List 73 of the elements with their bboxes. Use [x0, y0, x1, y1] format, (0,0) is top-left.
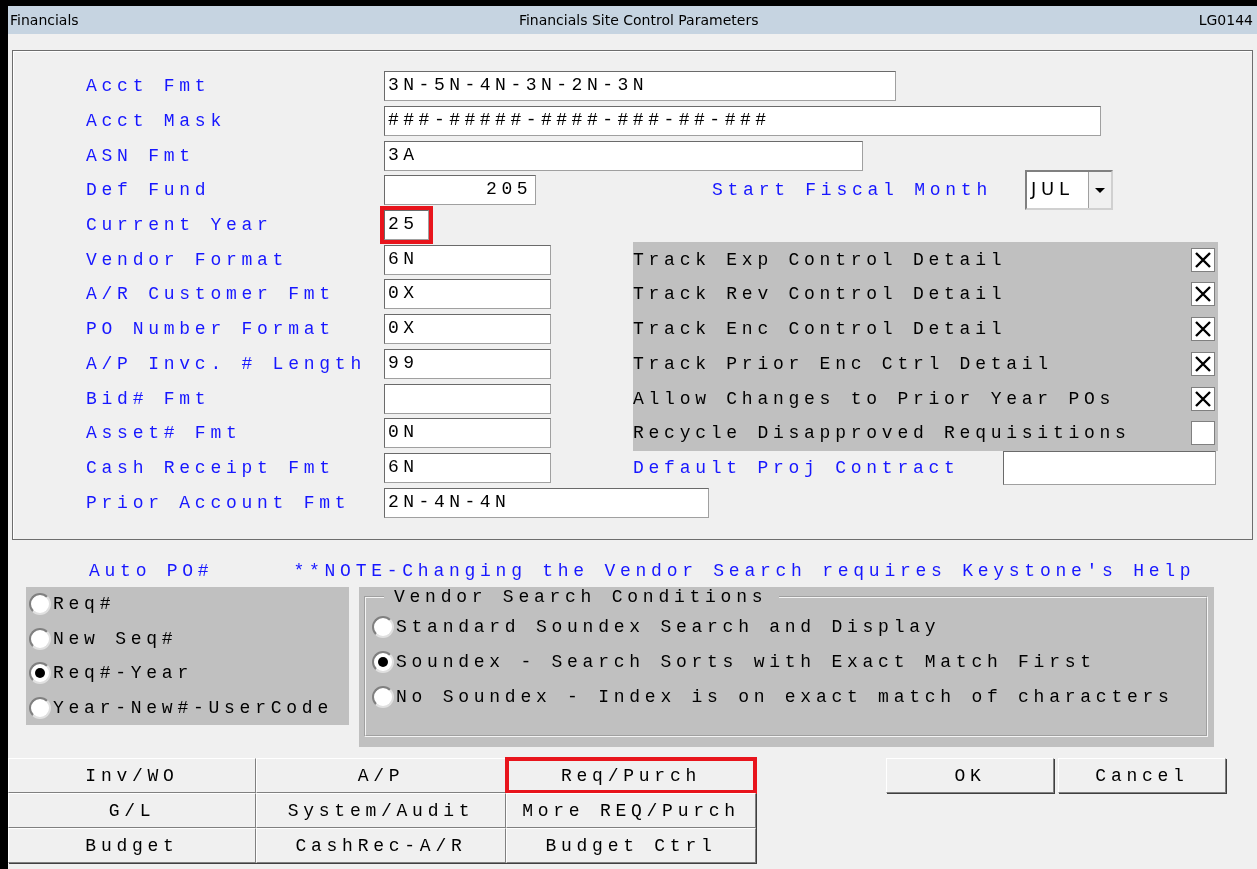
input-field[interactable]: 0N [384, 418, 551, 449]
input-field[interactable]: 205 [384, 175, 536, 206]
cancel-button[interactable]: Cancel [1058, 758, 1226, 793]
nav-button[interactable]: System/Audit [256, 793, 506, 828]
nav-button[interactable]: Budget Ctrl [506, 828, 756, 863]
input-field[interactable]: 99 [384, 348, 551, 379]
note-text: **NOTE-Changing the Vendor Search requires Keystone's Help [293, 560, 1196, 581]
checkbox-label: Track Prior Enc Ctrl Detail [633, 353, 1053, 374]
radio-label[interactable]: Standard Soundex Search and Display [396, 616, 941, 637]
radio-label[interactable]: Req# [53, 594, 116, 615]
nav-button[interactable]: Budget [8, 828, 256, 863]
input-field[interactable]: 3N-5N-4N-3N-2N-3N [384, 71, 896, 102]
nav-button[interactable]: Req/Purch [506, 758, 756, 793]
input-field[interactable]: 0X [384, 279, 551, 310]
checkbox[interactable] [1191, 351, 1215, 376]
field-label: Default Proj Contract [633, 457, 960, 478]
input-field[interactable] [384, 383, 551, 414]
checkbox-label: Allow Changes to Prior Year POs [633, 388, 1116, 409]
field-label: A/R Customer Fmt [86, 284, 336, 305]
checkbox-label: Recycle Disapproved Requisitions [633, 423, 1131, 444]
input-field[interactable]: 6N [384, 452, 551, 483]
radio-button[interactable] [372, 615, 394, 638]
radio-label[interactable]: Req#-Year [53, 663, 193, 684]
caret-icon [1094, 187, 1105, 193]
field-label: Acct Mask [86, 111, 227, 132]
input-field[interactable]: 2N-4N-4N [384, 487, 709, 518]
nav-button[interactable]: More REQ/Purch [506, 793, 756, 828]
checkbox[interactable] [1191, 421, 1215, 446]
field-label: Cash Receipt Fmt [86, 457, 336, 478]
nav-button[interactable]: Inv/WO [8, 758, 256, 793]
form-code: LG0144 [1198, 12, 1253, 28]
field-label: ASN Fmt [86, 145, 196, 166]
checkbox[interactable] [1191, 386, 1215, 411]
radio-button[interactable] [29, 593, 51, 616]
field-label: Acct Fmt [86, 76, 212, 97]
month-dropdown[interactable]: JUL [1024, 170, 1113, 211]
radio-button[interactable] [29, 662, 51, 685]
app-name: Financials [10, 12, 79, 28]
checkbox-label: Track Rev Control Detail [633, 284, 1007, 305]
ok-button[interactable]: OK [886, 758, 1054, 793]
field-label: Prior Account Fmt [86, 492, 352, 513]
field-label: Def Fund [86, 180, 212, 201]
nav-button[interactable]: CashRec-A/R [256, 828, 506, 863]
checkbox[interactable] [1191, 247, 1215, 272]
checkbox-label: Track Exp Control Detail [633, 249, 1007, 270]
radio-button[interactable] [372, 650, 394, 673]
radio-button[interactable] [372, 685, 394, 708]
field-label: A/P Invc. # Length [86, 353, 367, 374]
checkbox-label: Track Enc Control Detail [633, 319, 1007, 340]
checkbox[interactable] [1191, 317, 1215, 342]
input-field[interactable]: 0X [384, 314, 551, 345]
field-label: Bid# Fmt [86, 388, 212, 409]
group-title: Vendor Search Conditions [393, 587, 769, 607]
radio-button[interactable] [29, 696, 51, 719]
field-label: Current Year [86, 215, 274, 236]
field-label: Asset# Fmt [86, 423, 243, 444]
window-title: Financials Site Control Parameters [518, 12, 759, 28]
field-label: Auto PO# [89, 560, 214, 581]
field-label: Start Fiscal Month [712, 180, 992, 201]
input-field[interactable]: 6N [384, 244, 551, 275]
radio-label[interactable]: Soundex - Search Sorts with Exact Match First [396, 651, 1096, 672]
input-field[interactable] [1003, 450, 1216, 485]
checkbox[interactable] [1191, 282, 1215, 307]
field-label: Vendor Format [86, 249, 290, 270]
input-field[interactable]: ###-#####-####-###-##-### [384, 106, 1101, 137]
field-label: PO Number Format [86, 319, 336, 340]
input-field[interactable]: 3A [384, 140, 863, 171]
radio-label[interactable]: New Seq# [53, 628, 178, 649]
nav-button[interactable]: A/P [256, 758, 506, 793]
radio-label[interactable]: Year-New#-UserCode [53, 697, 333, 718]
radio-button[interactable] [29, 627, 51, 650]
nav-button[interactable]: G/L [8, 793, 256, 828]
radio-label[interactable]: No Soundex - Index is on exact match of characters [396, 686, 1174, 707]
